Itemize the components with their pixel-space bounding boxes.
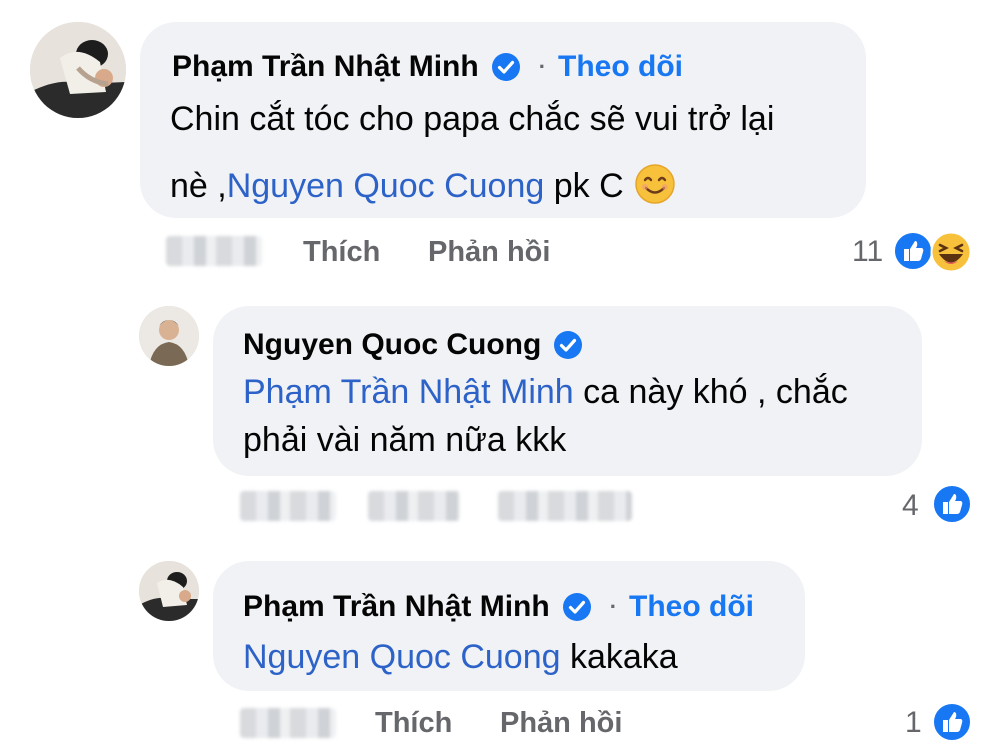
comment-header: Nguyen Quoc Cuong (243, 328, 583, 362)
avatar-photo-icon (139, 561, 199, 621)
author-name[interactable]: Phạm Trần Nhật Minh (243, 590, 550, 624)
timestamp-blurred (240, 708, 336, 738)
like-icon (932, 702, 972, 742)
follow-button[interactable]: Theo dõi (629, 590, 754, 624)
comment-text-line: Nguyen Quoc Cuong kakaka (243, 640, 678, 674)
avatar-photo-icon (30, 22, 126, 118)
mention-link[interactable]: Nguyen Quoc Cuong (227, 167, 545, 205)
verified-badge-icon (562, 592, 592, 622)
reaction-count[interactable]: 11 (852, 235, 883, 269)
comment-text: kakaka (560, 638, 678, 676)
avatar[interactable] (139, 561, 199, 621)
timestamp-blurred (166, 236, 262, 266)
comment-text: ca này khó , chắc (573, 373, 848, 411)
like-button[interactable]: Thích (375, 707, 452, 740)
reply-button[interactable]: Phản hồi (500, 707, 622, 740)
mention-link[interactable]: Nguyen Quoc Cuong (243, 638, 561, 676)
comment-text-line: nè ,Nguyen Quoc Cuong pk C (170, 163, 676, 205)
smiling-face-emoji-icon (634, 163, 676, 205)
comment-header: Phạm Trần Nhật Minh · Theo dõi (172, 50, 683, 84)
follow-button[interactable]: Theo dõi (558, 50, 683, 84)
reply-button[interactable]: Phản hồi (428, 236, 550, 269)
timestamp-blurred (240, 491, 336, 521)
like-icon (932, 484, 972, 524)
separator: · (609, 594, 618, 619)
comment-header: Phạm Trần Nhật Minh · Theo dõi (243, 590, 754, 624)
verified-badge-icon (491, 52, 521, 82)
like-button[interactable]: Thích (303, 236, 380, 269)
comment-text-line: Phạm Trần Nhật Minh ca này khó , chắc (243, 375, 848, 409)
separator: · (538, 54, 547, 79)
verified-badge-icon (553, 330, 583, 360)
comment-text: phải vài năm nữa kkk (243, 421, 567, 459)
author-name[interactable]: Nguyen Quoc Cuong (243, 328, 541, 362)
haha-icon (930, 231, 972, 273)
reply-button-blurred[interactable] (498, 491, 632, 521)
avatar[interactable] (30, 22, 126, 118)
avatar[interactable] (139, 306, 199, 366)
comment-text: pk C (544, 167, 624, 205)
comment-text: nè , (170, 167, 227, 205)
like-icon (893, 231, 933, 271)
mention-link[interactable]: Phạm Trần Nhật Minh (243, 373, 574, 411)
comment-text-line: phải vài năm nữa kkk (243, 423, 566, 457)
avatar-photo-icon (139, 306, 199, 366)
author-name[interactable]: Phạm Trần Nhật Minh (172, 50, 479, 84)
like-button-blurred[interactable] (368, 491, 460, 521)
comment-text-line: Chin cắt tóc cho papa chắc sẽ vui trở lạ… (170, 102, 774, 136)
reaction-count[interactable]: 1 (905, 706, 922, 740)
reaction-count[interactable]: 4 (902, 489, 919, 523)
comment-text: Chin cắt tóc cho papa chắc sẽ vui trở lạ… (170, 100, 775, 138)
